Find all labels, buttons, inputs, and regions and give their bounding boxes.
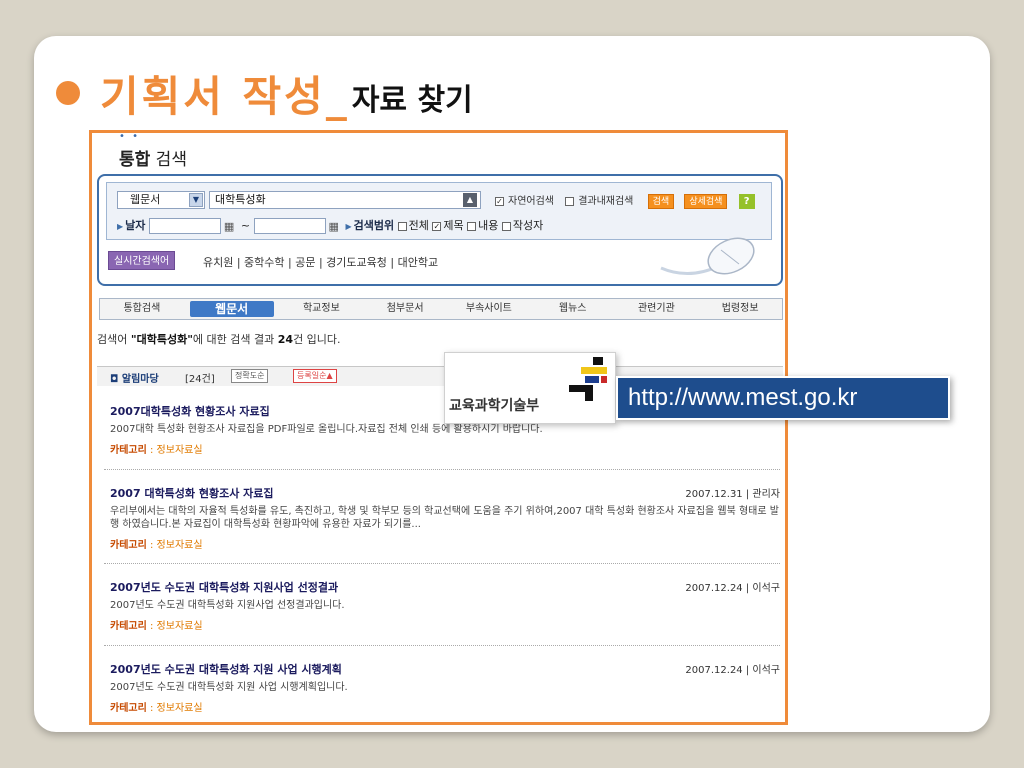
calendar-icon[interactable]: ▦ bbox=[224, 220, 234, 233]
checkbox-icon[interactable] bbox=[397, 221, 407, 231]
tab-attachments[interactable]: 첨부문서 bbox=[363, 299, 447, 319]
bullet-icon bbox=[56, 81, 80, 105]
list-item: 2007 대학특성화 현황조사 자료집 2007.12.31 | 관리자 우리부… bbox=[110, 485, 780, 551]
autocomplete-toggle-icon[interactable]: ▲ bbox=[463, 193, 477, 207]
tab-law-info[interactable]: 법령정보 bbox=[698, 299, 782, 319]
popular-keywords[interactable]: 유치원 | 중학수학 | 공문 | 경기도교육청 | 대안학교 bbox=[203, 254, 438, 270]
divider bbox=[104, 563, 780, 564]
checkbox-icon[interactable] bbox=[501, 221, 511, 231]
scope-select[interactable]: 웹문서 ▼ bbox=[117, 191, 205, 209]
result-category: 카테고리 : 정보자료실 bbox=[110, 445, 203, 456]
result-meta: 2007.12.24 | 이석구 bbox=[685, 583, 780, 594]
list-item: 2007년도 수도권 대학특성화 지원 사업 시행계획 2007.12.24 |… bbox=[110, 661, 780, 714]
tab-web-news[interactable]: 웹뉴스 bbox=[531, 299, 615, 319]
checkbox-icon[interactable] bbox=[467, 221, 477, 231]
slide-title-sub: 자료 찾기 bbox=[351, 83, 473, 118]
page-title-bold: 통합 bbox=[119, 150, 151, 170]
search-input-value: 대학특성화 bbox=[215, 193, 266, 206]
option-within-results[interactable]: 결과내재검색 bbox=[565, 196, 637, 207]
mouse-icon bbox=[660, 237, 755, 275]
results-count: [24건] bbox=[185, 374, 215, 385]
result-category: 카테고리 : 정보자료실 bbox=[110, 703, 203, 714]
range-all[interactable]: 전체 bbox=[397, 219, 429, 232]
date-separator: ~ bbox=[240, 219, 251, 232]
triangle-right-icon: ▶ bbox=[345, 222, 352, 231]
page-title: 통합 검색 bbox=[119, 145, 187, 170]
result-desc: 2007년도 수도권 대학특성화 지원사업 선정결과입니다. bbox=[110, 600, 345, 611]
tab-related-orgs[interactable]: 관련기관 bbox=[615, 299, 699, 319]
result-title[interactable]: 2007년도 수도권 대학특성화 지원 사업 시행계획 bbox=[110, 661, 780, 677]
scope-select-value: 웹문서 bbox=[130, 193, 161, 206]
help-button[interactable]: ? bbox=[738, 193, 755, 209]
result-tabs: 통합검색 웹문서 학교정보 첨부문서 부속사이트 웹뉴스 관련기관 법령정보 bbox=[99, 298, 783, 320]
range-author[interactable]: 작성자 bbox=[501, 219, 543, 232]
logo-text: 교육과학기술부 bbox=[449, 398, 540, 414]
list-item: 2007년도 수도권 대학특성화 지원사업 선정결과 2007.12.24 | … bbox=[110, 579, 780, 632]
search-button[interactable]: 검색 bbox=[647, 193, 675, 209]
website-url[interactable]: http://www.mest.go.kr bbox=[616, 376, 950, 420]
date-start-input[interactable] bbox=[148, 218, 221, 234]
result-desc: 2007년도 수도권 대학특성화 지원 사업 시행계획입니다. bbox=[110, 682, 348, 693]
result-meta: 2007.12.24 | 이석구 bbox=[685, 665, 780, 676]
result-title[interactable]: 2007 대학특성화 현황조사 자료집 bbox=[110, 485, 780, 501]
result-summary: 검색어 "대학특성화"에 대한 검색 결과 24건 입니다. bbox=[97, 333, 341, 346]
search-options: ✓ 자연어검색 결과내재검색 검색 상세검색 ? bbox=[495, 192, 759, 209]
detail-search-button[interactable]: 상세검색 bbox=[684, 193, 728, 209]
slide-title: 기획서 작성_ 자료 찾기 bbox=[56, 66, 473, 121]
date-label: 날자 bbox=[125, 219, 146, 232]
option-natural[interactable]: ✓ 자연어검색 bbox=[495, 196, 558, 207]
search-panel: 웹문서 ▼ 대학특성화 ▲ ✓ 자연어검색 결과내재검색 검색 상세검색 ? ▶ 날… bbox=[97, 174, 783, 286]
checkbox-icon[interactable] bbox=[565, 196, 575, 206]
checkbox-checked-icon[interactable]: ✓ bbox=[495, 196, 504, 206]
sort-accuracy-button[interactable]: 정확도순 bbox=[231, 369, 269, 383]
page-title-rest: 검색 bbox=[150, 150, 187, 170]
tab-integrated[interactable]: 통합검색 bbox=[100, 299, 184, 319]
result-category: 카테고리 : 정보자료실 bbox=[110, 621, 203, 632]
calendar-icon[interactable]: ▦ bbox=[329, 220, 339, 233]
range-label: 검색범위 bbox=[353, 219, 395, 232]
date-end-input[interactable] bbox=[253, 218, 326, 234]
filter-row: ▶ 날자 ▦ ~ ▦ ▶ 검색범위 전체 ✓ 제목 내용 작성자 bbox=[117, 217, 543, 234]
header-dots: • • bbox=[119, 131, 140, 142]
result-meta: 2007.12.31 | 관리자 bbox=[685, 489, 780, 500]
divider bbox=[104, 469, 780, 470]
tab-school-info[interactable]: 학교정보 bbox=[280, 299, 364, 319]
ministry-logo-icon bbox=[569, 357, 607, 401]
checkbox-checked-icon[interactable]: ✓ bbox=[432, 221, 442, 231]
range-content[interactable]: 내용 bbox=[467, 219, 498, 232]
range-title[interactable]: ✓ 제목 bbox=[432, 219, 464, 232]
result-desc: 우리부에서는 대학의 자율적 특성화를 유도, 촉진하고, 학생 및 학부모 등… bbox=[110, 506, 779, 530]
slide-title-main: 기획서 작성_ bbox=[100, 71, 350, 121]
result-category: 카테고리 : 정보자료실 bbox=[110, 540, 203, 551]
realtime-keywords-button[interactable]: 실시간검색어 bbox=[108, 251, 176, 270]
search-input[interactable]: 대학특성화 bbox=[209, 191, 481, 209]
result-title[interactable]: 2007년도 수도권 대학특성화 지원사업 선정결과 bbox=[110, 579, 780, 595]
divider bbox=[104, 645, 780, 646]
result-desc: 2007대학 특성화 현황조사 자료집을 PDF파일로 올립니다.자료집 전체 … bbox=[110, 424, 543, 435]
search-screenshot: • • 통합 검색 웹문서 ▼ 대학특성화 ▲ ✓ 자연어검색 결과내재검색 검색… bbox=[89, 130, 788, 725]
tab-sub-sites[interactable]: 부속사이트 bbox=[447, 299, 531, 319]
results-section-label: ◘ 알림마당 bbox=[110, 374, 159, 385]
chevron-down-icon[interactable]: ▼ bbox=[189, 193, 203, 207]
sort-date-button[interactable]: 등록일순▲ bbox=[293, 369, 337, 383]
ministry-logo: 교육과학기술부 bbox=[444, 352, 616, 424]
tab-web-documents[interactable]: 웹문서 bbox=[189, 301, 274, 317]
triangle-right-icon: ▶ bbox=[117, 222, 124, 231]
